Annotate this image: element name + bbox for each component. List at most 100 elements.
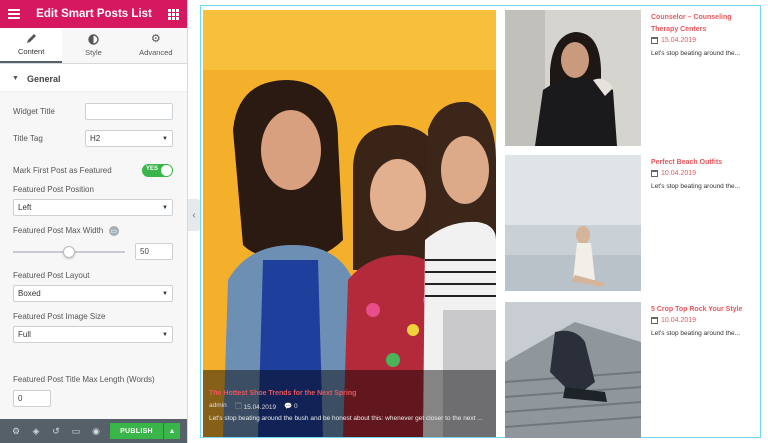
pencil-icon bbox=[26, 34, 36, 43]
title-max-group: Featured Post Title Max Length (Words) 0 bbox=[0, 365, 187, 419]
post-excerpt: Let's stop beating around the... bbox=[651, 330, 741, 337]
post-date: 10.04.2019 bbox=[661, 317, 697, 324]
title-tag-value: H2 bbox=[90, 134, 101, 143]
chevron-down-icon: ▼ bbox=[162, 204, 168, 211]
chevron-down-icon: ▼ bbox=[162, 331, 168, 338]
featured-position-select[interactable]: Left ▼ bbox=[13, 199, 173, 216]
max-width-group: Featured Post Max Width ▭ 50 bbox=[13, 216, 173, 260]
tab-content-label: Content bbox=[18, 47, 45, 56]
image-size-select[interactable]: Full ▼ bbox=[13, 326, 173, 343]
tab-advanced[interactable]: ⚙ Advanced bbox=[124, 28, 187, 63]
panel-tabs: Content Style ⚙ Advanced bbox=[0, 28, 187, 64]
publish-options-button[interactable]: ▲ bbox=[164, 423, 180, 439]
preview-eye-icon[interactable]: ◉ bbox=[86, 419, 106, 443]
max-width-label: Featured Post Max Width bbox=[13, 226, 104, 236]
post-thumbnail[interactable] bbox=[505, 10, 641, 146]
comment-icon: 💬 bbox=[284, 403, 293, 410]
featured-post-comments-wrap: 💬 0 bbox=[284, 402, 298, 411]
layout-value: Boxed bbox=[18, 289, 41, 298]
mark-featured-toggle[interactable]: YES bbox=[142, 164, 173, 177]
post-image-crop-top bbox=[505, 302, 641, 438]
chevron-down-icon: ▼ bbox=[162, 290, 168, 297]
settings-icon[interactable]: ⚙ bbox=[6, 419, 26, 443]
post-thumbnail[interactable] bbox=[505, 155, 641, 291]
controls-area: Widget Title Title Tag H2 ▼ Mark First P… bbox=[0, 92, 187, 412]
featured-post-image bbox=[203, 10, 496, 437]
max-width-slider[interactable] bbox=[13, 245, 125, 258]
tab-advanced-label: Advanced bbox=[139, 48, 173, 57]
post-card-1: Counselor – Counseling Therapy Centers 1… bbox=[651, 12, 759, 57]
post-title[interactable]: Perfect Beach Outfits bbox=[651, 157, 759, 169]
title-tag-row: Title Tag H2 ▼ bbox=[13, 120, 173, 147]
calendar-icon bbox=[651, 37, 658, 44]
menu-icon[interactable] bbox=[8, 9, 20, 19]
post-thumbnail[interactable] bbox=[505, 302, 641, 438]
image-size-value: Full bbox=[18, 330, 31, 339]
toggle-knob bbox=[161, 165, 172, 176]
panel-footer: ⚙ ◈ ↺ ▭ ◉ PUBLISH ▲ bbox=[0, 419, 187, 443]
featured-post[interactable]: The Hottest Shoe Trends for the Next Spr… bbox=[203, 10, 496, 437]
featured-post-comments: 0 bbox=[293, 403, 298, 410]
publish-button[interactable]: PUBLISH bbox=[110, 423, 163, 439]
collapse-panel-button[interactable]: ‹ bbox=[188, 199, 200, 231]
tab-content[interactable]: Content bbox=[0, 28, 63, 63]
panel-title: Edit Smart Posts List bbox=[36, 8, 152, 20]
title-tag-select[interactable]: H2 ▼ bbox=[85, 130, 173, 147]
widget-title-input[interactable] bbox=[85, 103, 173, 120]
caret-down-icon: ▼ bbox=[12, 75, 19, 82]
responsive-info-icon[interactable]: ▭ bbox=[108, 226, 119, 236]
post-title[interactable]: 5 Crop Top Rock Your Style bbox=[651, 304, 759, 316]
max-width-label-wrap: Featured Post Max Width ▭ bbox=[13, 226, 173, 236]
layers-icon[interactable]: ◈ bbox=[26, 419, 46, 443]
layout-select[interactable]: Boxed ▼ bbox=[13, 285, 173, 302]
calendar-icon bbox=[651, 317, 658, 324]
featured-post-title[interactable]: The Hottest Shoe Trends for the Next Spr… bbox=[209, 390, 356, 397]
image-size-label: Featured Post Image Size bbox=[13, 312, 106, 321]
post-date-row: 10.04.2019 bbox=[651, 317, 759, 324]
featured-position-group: Featured Post Position Left ▼ bbox=[13, 177, 173, 216]
featured-post-meta: admin 15.04.2019 💬 0 bbox=[209, 402, 298, 411]
slider-handle[interactable] bbox=[63, 245, 75, 258]
post-card-2: Perfect Beach Outfits 10.04.2019 Let's s… bbox=[651, 157, 759, 190]
featured-post-excerpt: Let's stop beating around the bush and b… bbox=[209, 415, 483, 422]
panel-header: Edit Smart Posts List bbox=[0, 0, 187, 28]
layout-group: Featured Post Layout Boxed ▼ bbox=[13, 260, 173, 302]
widget-title-row: Widget Title bbox=[13, 92, 173, 120]
history-icon[interactable]: ↺ bbox=[46, 419, 66, 443]
widget-selection-frame[interactable]: The Hottest Shoe Trends for the Next Spr… bbox=[200, 5, 761, 438]
widgets-grid-icon[interactable] bbox=[168, 8, 179, 20]
max-width-input[interactable]: 50 bbox=[135, 243, 173, 260]
title-tag-label: Title Tag bbox=[13, 134, 43, 143]
chevron-left-icon: ‹ bbox=[192, 209, 196, 221]
tab-style[interactable]: Style bbox=[62, 28, 125, 63]
post-date-row: 15.04.2019 bbox=[651, 37, 759, 44]
featured-post-author[interactable]: admin bbox=[209, 402, 227, 411]
featured-position-label: Featured Post Position bbox=[13, 185, 94, 194]
post-excerpt: Let's stop beating around the... bbox=[651, 50, 741, 57]
caret-up-icon: ▲ bbox=[168, 427, 176, 435]
post-image-beach bbox=[505, 155, 641, 291]
editor-app: Edit Smart Posts List Content Style ⚙ Ad… bbox=[0, 0, 768, 443]
tab-style-label: Style bbox=[85, 48, 102, 57]
gear-icon: ⚙ bbox=[150, 33, 161, 45]
post-excerpt: Let's stop beating around the... bbox=[651, 183, 741, 190]
title-max-label: Featured Post Title Max Length (Words) bbox=[13, 375, 155, 384]
mark-featured-label: Mark First Post as Featured bbox=[13, 166, 112, 175]
max-width-slider-row: 50 bbox=[13, 243, 173, 260]
featured-position-value: Left bbox=[18, 203, 32, 212]
responsive-icon[interactable]: ▭ bbox=[66, 419, 86, 443]
featured-post-date-wrap: 15.04.2019 bbox=[234, 402, 277, 411]
calendar-icon bbox=[651, 170, 658, 177]
title-max-input[interactable]: 0 bbox=[13, 390, 51, 407]
mark-featured-row: Mark First Post as Featured YES bbox=[13, 147, 173, 177]
preview-canvas: The Hottest Shoe Trends for the Next Spr… bbox=[200, 0, 768, 443]
featured-post-date: 15.04.2019 bbox=[243, 404, 277, 411]
section-title: General bbox=[26, 73, 61, 84]
post-image-counselor bbox=[505, 10, 641, 146]
post-title[interactable]: Counselor – Counseling Therapy Centers bbox=[651, 12, 759, 36]
section-general-header[interactable]: ▼ General bbox=[0, 66, 187, 92]
calendar-icon bbox=[234, 402, 242, 409]
chevron-down-icon: ▼ bbox=[162, 135, 168, 142]
post-card-3: 5 Crop Top Rock Your Style 10.04.2019 Le… bbox=[651, 304, 759, 337]
layout-label: Featured Post Layout bbox=[13, 271, 90, 280]
